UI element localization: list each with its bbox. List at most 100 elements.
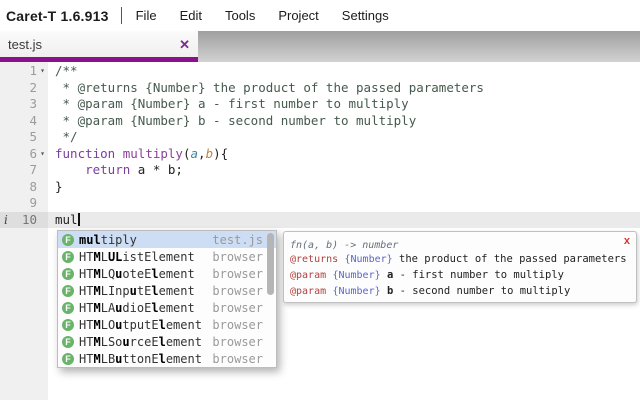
doc-line: @param {Number} b - second number to mul… <box>290 283 630 299</box>
completion-source: browser <box>212 283 263 298</box>
completion-label: HTMLQuoteElement <box>79 266 195 281</box>
function-kind-icon: F <box>62 318 74 331</box>
completion-label: HTMLAudioElement <box>79 300 195 315</box>
menu-item-tools[interactable]: Tools <box>225 8 255 23</box>
gutter-row: 5 <box>0 129 48 146</box>
completion-item[interactable]: F HTMLAudioElement browser <box>58 299 276 316</box>
popup-scrollbar-thumb[interactable] <box>267 233 274 295</box>
code-token: /** <box>55 63 78 78</box>
menu-divider <box>120 7 122 24</box>
code-token: {Number} <box>332 270 381 281</box>
code-token: b <box>205 145 214 161</box>
completion-label: multiply <box>79 232 137 247</box>
code-token: return <box>85 162 131 177</box>
code-token: ( <box>182 145 191 161</box>
function-kind-icon: F <box>62 335 74 348</box>
tab-testjs[interactable]: test.js ✕ <box>0 31 198 57</box>
gutter-row: 7 <box>0 162 48 179</box>
code-token: a * b; <box>130 162 183 177</box>
code-token: function <box>55 145 116 161</box>
completion-label: HTMLOutputElement <box>79 317 202 332</box>
completion-item[interactable]: F HTMLInputElement browser <box>58 282 276 299</box>
code-token: {Number} <box>344 254 393 265</box>
code-line-8[interactable]: } <box>48 179 640 196</box>
line-number: 3 <box>29 96 37 111</box>
code-line-10[interactable]: mul <box>48 211 640 228</box>
code-line-4[interactable]: * @param {Number} b - second number to m… <box>48 113 640 130</box>
gutter-row: 6 ▾ <box>0 146 48 163</box>
gutter-row: 8 <box>0 179 48 196</box>
line-number: 2 <box>29 79 37 95</box>
menu-item-project[interactable]: Project <box>278 8 318 23</box>
code-line-3[interactable]: * @param {Number} a - first number to mu… <box>48 96 640 113</box>
doc-line: @param {Number} a - first number to mult… <box>290 267 630 283</box>
autocomplete-popup: Fmultiply test.js F HTMLUListElement browser… <box>57 230 277 368</box>
completion-source: browser <box>212 300 263 315</box>
code-token: @param <box>290 286 327 297</box>
completion-item[interactable]: Fmultiply test.js <box>58 231 276 248</box>
code-line-1[interactable]: /** <box>48 63 640 80</box>
completion-source: browser <box>212 334 263 349</box>
code-line-6[interactable]: function multiply(a,b){ <box>48 146 640 163</box>
gutter-row: 2 <box>0 80 48 97</box>
doc-tooltip: fn(a, b) -> number x @returns {Number} t… <box>283 231 637 303</box>
code-token: - first number to multiply <box>393 269 564 281</box>
completion-item[interactable]: F HTMLQuoteElement browser <box>58 265 276 282</box>
completion-label: HTMLInputElement <box>79 283 195 298</box>
gutter-row: i 10 <box>0 211 48 228</box>
tooltip-close-icon[interactable]: x <box>624 236 630 247</box>
menu-item-settings[interactable]: Settings <box>342 8 389 23</box>
info-marker-icon: i <box>4 212 8 227</box>
fold-arrow-icon[interactable]: ▾ <box>37 146 48 163</box>
function-kind-icon: F <box>62 284 74 297</box>
completion-item[interactable]: F HTMLOutputElement browser <box>58 316 276 333</box>
code-token: @param <box>290 270 327 281</box>
gutter-row: 3 <box>0 96 48 113</box>
function-kind-icon: F <box>62 301 74 314</box>
function-kind-icon: F <box>62 250 74 263</box>
completion-source: browser <box>212 249 263 264</box>
completion-source: browser <box>212 266 263 281</box>
code-line-7[interactable]: return a * b; <box>48 162 640 179</box>
menu-bar: Caret-T 1.6.913 File Edit Tools Project Sett… <box>0 0 640 31</box>
code-line-9[interactable] <box>48 195 640 212</box>
function-kind-icon: F <box>62 352 74 365</box>
menu-item-edit[interactable]: Edit <box>180 8 202 23</box>
menu-items: File Edit Tools Project Settings <box>136 8 389 23</box>
completion-item[interactable]: F HTMLSourceElement browser <box>58 333 276 350</box>
code-token: , <box>198 145 206 161</box>
tab-close-icon[interactable]: ✕ <box>179 38 190 51</box>
completion-source: browser <box>212 351 263 366</box>
function-kind-icon: F <box>62 233 74 246</box>
completion-label: HTMLUListElement <box>79 249 195 264</box>
code-token: */ <box>55 129 78 144</box>
code-token: mul <box>55 211 78 227</box>
code-token: * @param {Number} a - first number to mu… <box>55 96 409 111</box>
function-signature: fn(a, b) -> number <box>290 240 399 251</box>
app-window: Caret-T 1.6.913 File Edit Tools Project Sett… <box>0 0 640 400</box>
menu-item-file[interactable]: File <box>136 8 157 23</box>
completion-source: browser <box>212 317 263 332</box>
code-token: @returns <box>290 254 339 265</box>
code-token: a <box>190 145 199 161</box>
completion-label: HTMLButtonElement <box>79 351 202 366</box>
code-token: * @param {Number} b - second number to m… <box>55 112 417 128</box>
doc-line: @returns {Number} the product of the pas… <box>290 251 630 267</box>
code-line-2[interactable]: * @returns {Number} the product of the p… <box>48 80 640 97</box>
tab-bar: test.js ✕ <box>0 31 640 62</box>
app-title: Caret-T 1.6.913 <box>6 7 109 24</box>
line-number: 5 <box>29 129 37 144</box>
completion-item[interactable]: F HTMLButtonElement browser <box>58 350 276 367</box>
completion-item[interactable]: F HTMLUListElement browser <box>58 248 276 265</box>
gutter-row: 1 ▾ <box>0 63 48 80</box>
line-number: 1 <box>29 63 37 78</box>
line-number: 9 <box>29 195 37 210</box>
code-editor[interactable]: 1 ▾ 2 3 4 5 6 ▾ 7 8 9 i 10 /** * @returns {Number} t… <box>0 62 640 400</box>
gutter-row: 4 <box>0 113 48 130</box>
fold-arrow-icon[interactable]: ▾ <box>37 63 48 80</box>
completion-source: test.js <box>212 232 263 247</box>
line-number: 8 <box>29 178 37 194</box>
function-kind-icon: F <box>62 267 74 280</box>
code-line-5[interactable]: */ <box>48 129 640 146</box>
